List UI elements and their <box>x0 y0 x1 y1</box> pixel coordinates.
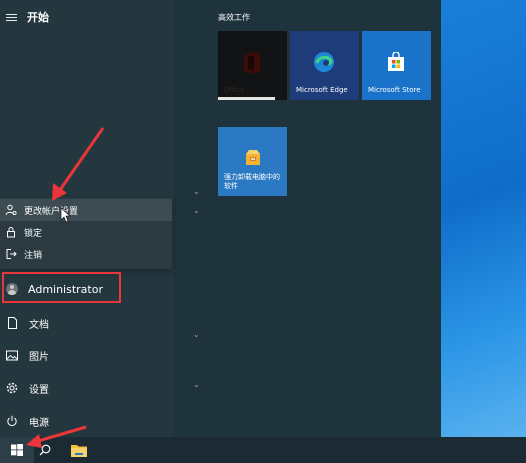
desktop-screen: 开始 更改帐户设置 锁定 注销 Administrator 文档 图片 设置 电… <box>0 0 526 463</box>
store-tile[interactable]: Microsoft Store <box>362 31 431 100</box>
chevron-down-icon[interactable]: ⌄ <box>193 381 201 389</box>
power-button[interactable]: 电源 <box>0 409 174 433</box>
power-icon <box>6 415 18 427</box>
pictures-label: 图片 <box>29 351 49 363</box>
office-tile[interactable]: Office <box>218 31 287 100</box>
start-menu-header: 开始 <box>6 8 49 26</box>
settings-label: 设置 <box>29 384 49 396</box>
sign-out-item[interactable]: 注销 <box>0 243 172 265</box>
change-account-settings-item[interactable]: 更改帐户设置 <box>0 199 172 221</box>
start-menu-title: 开始 <box>27 11 49 24</box>
lock-label: 锁定 <box>24 228 43 239</box>
edge-icon <box>314 52 334 72</box>
documents-button[interactable]: 文档 <box>0 311 174 335</box>
taskbar-search-button[interactable] <box>28 437 62 463</box>
store-icon <box>388 52 404 71</box>
account-flyout: 更改帐户设置 锁定 注销 <box>0 197 172 269</box>
settings-button[interactable]: 设置 <box>0 376 174 400</box>
edge-tile-label: Microsoft Edge <box>296 86 348 94</box>
chevron-down-icon[interactable]: ⌄ <box>193 207 201 215</box>
edge-tile[interactable]: Microsoft Edge <box>290 31 359 100</box>
change-account-settings-label: 更改帐户设置 <box>24 206 79 217</box>
uninstall-tool-tile-label: 强力卸载电脑中的软件 <box>224 173 280 190</box>
taskbar <box>0 437 526 463</box>
hamburger-menu-icon[interactable] <box>6 13 17 21</box>
person-settings-icon <box>5 204 17 216</box>
gear-icon <box>6 382 18 394</box>
uninstall-tool-tile[interactable]: 强力卸载电脑中的软件 <box>218 127 287 196</box>
desktop-wallpaper <box>441 0 526 437</box>
folder-icon <box>71 444 87 457</box>
search-icon <box>39 444 51 456</box>
store-tile-label: Microsoft Store <box>368 86 421 94</box>
picture-icon <box>6 349 18 361</box>
sign-out-icon <box>5 248 17 260</box>
power-label: 电源 <box>29 417 49 429</box>
pictures-button[interactable]: 图片 <box>0 343 174 367</box>
lock-icon <box>5 226 17 238</box>
user-highlight-box <box>2 272 121 303</box>
documents-label: 文档 <box>29 319 49 331</box>
windows-logo-icon <box>11 444 23 456</box>
chevron-down-icon[interactable]: ⌄ <box>193 188 201 196</box>
office-icon <box>244 52 260 74</box>
document-icon <box>6 317 18 329</box>
sign-out-label: 注销 <box>24 250 43 261</box>
uninstall-box-icon <box>246 150 260 165</box>
taskbar-file-explorer-button[interactable] <box>62 437 96 463</box>
tile-group-title: 高效工作 <box>218 13 250 22</box>
chevron-down-icon[interactable]: ⌄ <box>193 331 201 339</box>
office-tile-label: Office <box>224 86 245 94</box>
office-install-progress <box>218 97 275 100</box>
lock-item[interactable]: 锁定 <box>0 221 172 243</box>
